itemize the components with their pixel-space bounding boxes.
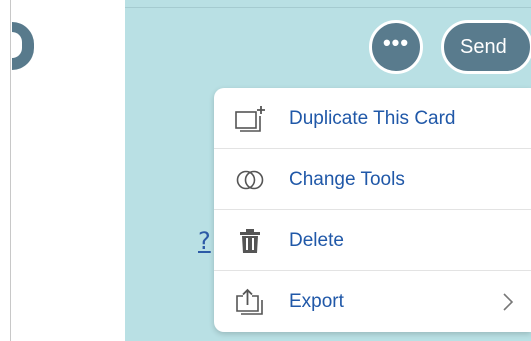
left-panel-border xyxy=(10,0,11,341)
help-link[interactable]: ? xyxy=(198,227,211,255)
more-options-button[interactable]: ••• xyxy=(369,20,423,74)
menu-item-label: Export xyxy=(289,290,344,312)
duplicate-card-icon xyxy=(234,105,266,133)
menu-item-label: Change Tools xyxy=(289,168,405,190)
menu-item-delete[interactable]: Delete xyxy=(214,210,531,271)
send-button[interactable]: Send xyxy=(441,20,531,74)
menu-item-export[interactable]: Export xyxy=(214,271,531,332)
chevron-right-icon xyxy=(501,292,515,312)
menu-item-label: Delete xyxy=(289,229,344,251)
card-top-divider xyxy=(125,7,531,8)
trash-icon xyxy=(234,227,266,255)
app-screen: ••• Send ? Duplicate This Card Change To… xyxy=(0,0,531,341)
change-tools-icon xyxy=(234,166,266,194)
menu-item-label: Duplicate This Card xyxy=(289,107,456,129)
send-button-label: Send xyxy=(460,35,507,58)
menu-item-change-tools[interactable]: Change Tools xyxy=(214,149,531,210)
more-dots-icon: ••• xyxy=(382,30,410,55)
card-options-menu: Duplicate This Card Change Tools Delete … xyxy=(214,88,531,332)
menu-item-duplicate-card[interactable]: Duplicate This Card xyxy=(214,88,531,149)
left-panel-control-inner xyxy=(12,32,22,58)
left-panel-control[interactable] xyxy=(12,22,34,70)
export-icon xyxy=(234,288,266,316)
